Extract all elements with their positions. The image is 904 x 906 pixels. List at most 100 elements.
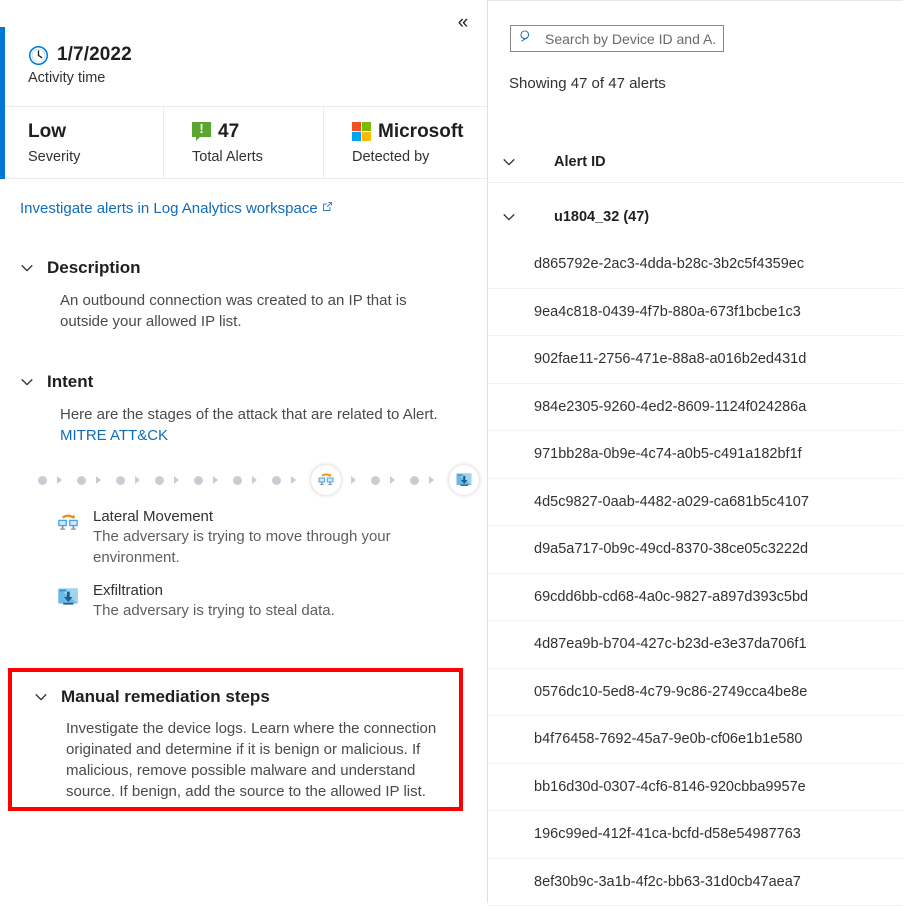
alert-list-right-panel: Showing 47 of 47 alerts Alert ID u1804_3… — [488, 0, 903, 903]
stage-name: Lateral Movement — [93, 508, 433, 525]
stat-total-alerts: ! 47 Total Alerts — [164, 107, 324, 178]
list-item[interactable]: 971bb28a-0b9e-4c74-a0b5-c491a182bf1f — [488, 431, 903, 479]
chain-arrow-icon — [252, 476, 262, 484]
alert-summary-block: 1/7/2022 Activity time Low Severity ! — [0, 27, 487, 179]
alert-group-label: u1804_32 (47) — [554, 209, 649, 225]
alert-details-page: « 1/7/2022 Activity time — [0, 0, 904, 903]
chain-arrow-icon — [213, 476, 223, 484]
list-item[interactable]: 8ef30b9c-3a1b-4f2c-bb63-31d0cb47aea7 — [488, 859, 903, 906]
activity-time-row: 1/7/2022 Activity time — [0, 27, 487, 107]
stage-text-block: Lateral Movement The adversary is trying… — [93, 508, 433, 568]
intent-section: Intent Here are the stages of the attack… — [20, 372, 460, 446]
list-item[interactable]: d9a5a717-0b9c-49cd-8370-38ce05c3222d — [488, 526, 903, 574]
stat-detected-by: Microsoft Detected by — [324, 107, 487, 178]
chevron-down-icon[interactable] — [502, 155, 516, 169]
list-item[interactable]: 902fae11-2756-471e-88a8-a016b2ed431d — [488, 336, 903, 384]
chain-arrow-icon — [390, 476, 400, 484]
chain-dot — [38, 476, 47, 485]
total-alerts-value-line: ! 47 — [192, 119, 323, 144]
chain-arrow-icon — [135, 476, 145, 484]
chevron-down-icon — [20, 375, 34, 389]
chain-dot — [155, 476, 164, 485]
search-icon — [519, 29, 533, 48]
list-item[interactable]: 0576dc10-5ed8-4c79-9c86-2749cca4be8e — [488, 669, 903, 717]
manual-remediation-highlight-box: Manual remediation steps Investigate the… — [8, 668, 463, 811]
activity-date-value: 1/7/2022 — [57, 44, 132, 66]
alert-id-column-label: Alert ID — [554, 154, 606, 170]
list-item[interactable]: 984e2305-9260-4ed2-8609-1124f024286a — [488, 384, 903, 432]
detected-by-label: Detected by — [352, 149, 487, 165]
alert-id-list: d865792e-2ac3-4dda-b28c-3b2c5f4359ec 9ea… — [488, 241, 903, 906]
green-alert-callout-icon: ! — [192, 122, 211, 141]
activity-time-label: Activity time — [28, 70, 487, 86]
alert-details-left-panel: « 1/7/2022 Activity time — [0, 0, 488, 903]
list-item[interactable]: 4d5c9827-0aab-4482-a029-ca681b5c4107 — [488, 479, 903, 527]
exfiltration-icon — [55, 582, 81, 621]
microsoft-logo-icon — [352, 122, 371, 141]
log-analytics-link-label: Investigate alerts in Log Analytics work… — [20, 200, 318, 217]
chain-dot — [272, 476, 281, 485]
stage-exfiltration: Exfiltration The adversary is trying to … — [55, 582, 455, 621]
exfiltration-icon[interactable] — [449, 465, 479, 495]
mitre-attack-link[interactable]: MITRE ATT&CK — [60, 427, 168, 444]
external-link-icon — [321, 200, 334, 217]
chain-dot — [77, 476, 86, 485]
list-item[interactable]: 69cdd6bb-cd68-4a0c-9827-a897d393c5bd — [488, 574, 903, 622]
log-analytics-link-wrap: Investigate alerts in Log Analytics work… — [20, 200, 334, 218]
description-body: An outbound connection was created to an… — [60, 290, 450, 332]
severity-value-line: Low — [28, 119, 163, 144]
search-box[interactable] — [510, 25, 724, 52]
activity-date-line: 1/7/2022 — [28, 44, 487, 66]
chain-arrow-icon — [96, 476, 106, 484]
chain-arrow-icon — [57, 476, 67, 484]
showing-count-text: Showing 47 of 47 alerts — [509, 75, 666, 92]
severity-accent-bar — [0, 27, 5, 179]
chain-dot — [116, 476, 125, 485]
chain-arrow-icon — [174, 476, 184, 484]
alert-id-column-header[interactable]: Alert ID — [488, 141, 903, 183]
chevron-down-icon — [34, 690, 48, 704]
clock-icon — [28, 45, 49, 66]
intent-section-header[interactable]: Intent — [20, 372, 460, 392]
chain-arrow-icon — [429, 476, 439, 484]
alert-stats-row: Low Severity ! 47 Total Alerts — [0, 107, 487, 179]
chevron-down-icon[interactable] — [502, 210, 516, 224]
list-item[interactable]: b4f76458-7692-45a7-9e0b-cf06e1b1e580 — [488, 716, 903, 764]
stage-text-block: Exfiltration The adversary is trying to … — [93, 582, 335, 621]
description-section-header[interactable]: Description — [20, 258, 460, 278]
chain-dot — [194, 476, 203, 485]
description-title: Description — [47, 258, 141, 278]
search-wrap — [510, 25, 724, 52]
intent-title: Intent — [47, 372, 93, 392]
manual-remediation-title: Manual remediation steps — [61, 687, 270, 707]
manual-remediation-body: Investigate the device logs. Learn where… — [66, 718, 451, 802]
stage-name: Exfiltration — [93, 582, 335, 599]
stage-description: The adversary is trying to steal data. — [93, 600, 335, 621]
lateral-movement-icon — [55, 508, 81, 568]
lateral-movement-icon[interactable] — [311, 465, 341, 495]
chain-dot — [233, 476, 242, 485]
intent-body-text: Here are the stages of the attack that a… — [60, 406, 438, 423]
stage-description: The adversary is trying to move through … — [93, 526, 433, 568]
detected-by-value-line: Microsoft — [352, 119, 487, 144]
total-alerts-value: 47 — [218, 121, 239, 143]
investigate-log-analytics-link[interactable]: Investigate alerts in Log Analytics work… — [20, 200, 334, 217]
list-item[interactable]: 196c99ed-412f-41ca-bcfd-d58e54987763 — [488, 811, 903, 859]
list-item[interactable]: 4d87ea9b-b704-427c-b23d-e3e37da706f1 — [488, 621, 903, 669]
kill-chain-strip — [38, 462, 468, 498]
severity-value: Low — [28, 121, 66, 143]
description-section: Description An outbound connection was c… — [20, 258, 460, 332]
alert-group-row[interactable]: u1804_32 (47) — [488, 196, 903, 238]
attack-stage-list: Lateral Movement The adversary is trying… — [55, 508, 455, 635]
manual-remediation-header[interactable]: Manual remediation steps — [34, 687, 459, 707]
list-item[interactable]: bb16d30d-0307-4cf6-8146-920cbba9957e — [488, 764, 903, 812]
list-item[interactable]: 9ea4c818-0439-4f7b-880a-673f1bcbe1c3 — [488, 289, 903, 337]
chevron-down-icon — [20, 261, 34, 275]
list-item[interactable]: d865792e-2ac3-4dda-b28c-3b2c5f4359ec — [488, 241, 903, 289]
severity-label: Severity — [28, 149, 163, 165]
chain-dot — [371, 476, 380, 485]
search-input[interactable] — [543, 30, 719, 48]
intent-body: Here are the stages of the attack that a… — [60, 404, 450, 446]
stage-lateral-movement: Lateral Movement The adversary is trying… — [55, 508, 455, 568]
stat-severity: Low Severity — [0, 107, 164, 178]
